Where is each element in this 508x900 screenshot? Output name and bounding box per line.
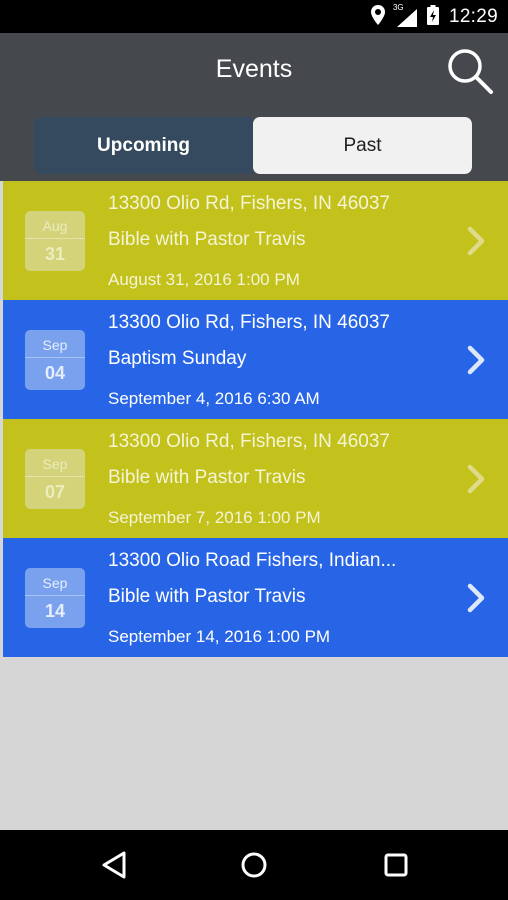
event-row[interactable]: Sep 14 13300 Olio Road Fishers, Indian..… <box>3 538 508 657</box>
event-datetime: September 7, 2016 1:00 PM <box>108 508 321 527</box>
signal-icon: 3G <box>393 3 417 27</box>
navigation-bar <box>0 830 508 900</box>
event-row[interactable]: Aug 31 13300 Olio Rd, Fishers, IN 46037 … <box>3 181 508 300</box>
search-button[interactable] <box>446 47 494 95</box>
chevron-right-icon <box>467 226 485 256</box>
badge-day: 31 <box>44 244 66 264</box>
event-address: 13300 Olio Rd, Fishers, IN 46037 <box>108 431 390 452</box>
badge-month: Aug <box>25 211 85 239</box>
event-title: Bible with Pastor Travis <box>108 467 306 488</box>
event-address: 13300 Olio Road Fishers, Indian... <box>108 550 397 571</box>
badge-month: Sep <box>25 330 85 358</box>
event-datetime: September 14, 2016 1:00 PM <box>108 627 331 646</box>
date-badge: Sep 04 <box>25 330 85 390</box>
badge-month: Sep <box>25 568 85 596</box>
home-button[interactable] <box>236 847 272 883</box>
app-bar: Events Upcoming Past <box>0 33 508 181</box>
chevron-right-icon <box>467 345 485 375</box>
date-badge: Aug 31 <box>25 211 85 271</box>
event-address: 13300 Olio Rd, Fishers, IN 46037 <box>108 312 390 333</box>
status-icons: 3G 12:29 <box>370 3 498 30</box>
home-icon <box>241 852 267 878</box>
event-datetime: September 4, 2016 6:30 AM <box>108 389 320 408</box>
page-title: Events <box>215 55 293 83</box>
badge-day: 04 <box>44 363 66 383</box>
tab-past[interactable]: Past <box>253 117 472 174</box>
back-button[interactable] <box>96 847 132 883</box>
back-icon <box>102 851 126 879</box>
event-datetime: August 31, 2016 1:00 PM <box>108 270 300 289</box>
event-row[interactable]: Sep 04 13300 Olio Rd, Fishers, IN 46037 … <box>3 300 508 419</box>
recent-apps-icon <box>384 853 408 877</box>
event-title: Bible with Pastor Travis <box>108 229 306 250</box>
event-title: Bible with Pastor Travis <box>108 586 306 607</box>
status-time: 12:29 <box>448 6 498 27</box>
search-icon <box>448 49 493 94</box>
event-address: 13300 Olio Rd, Fishers, IN 46037 <box>108 193 390 214</box>
recent-apps-button[interactable] <box>378 847 414 883</box>
app-screen: 3G 12:29 Events Upcoming Past Aug 31 133… <box>0 0 508 900</box>
date-badge: Sep 14 <box>25 568 85 628</box>
badge-day: 07 <box>44 482 66 502</box>
battery-icon <box>426 4 439 30</box>
badge-day: 14 <box>44 601 66 621</box>
tab-upcoming[interactable]: Upcoming <box>34 117 253 174</box>
chevron-right-icon <box>467 464 485 494</box>
date-badge: Sep 07 <box>25 449 85 509</box>
events-tab-switcher: Upcoming Past <box>34 117 472 174</box>
location-pin-icon <box>370 4 385 30</box>
badge-month: Sep <box>25 449 85 477</box>
status-bar: 3G 12:29 <box>0 0 508 33</box>
event-row[interactable]: Sep 07 13300 Olio Rd, Fishers, IN 46037 … <box>3 419 508 538</box>
chevron-right-icon <box>467 583 485 613</box>
event-list: Aug 31 13300 Olio Rd, Fishers, IN 46037 … <box>3 181 508 657</box>
event-title: Baptism Sunday <box>108 348 247 369</box>
